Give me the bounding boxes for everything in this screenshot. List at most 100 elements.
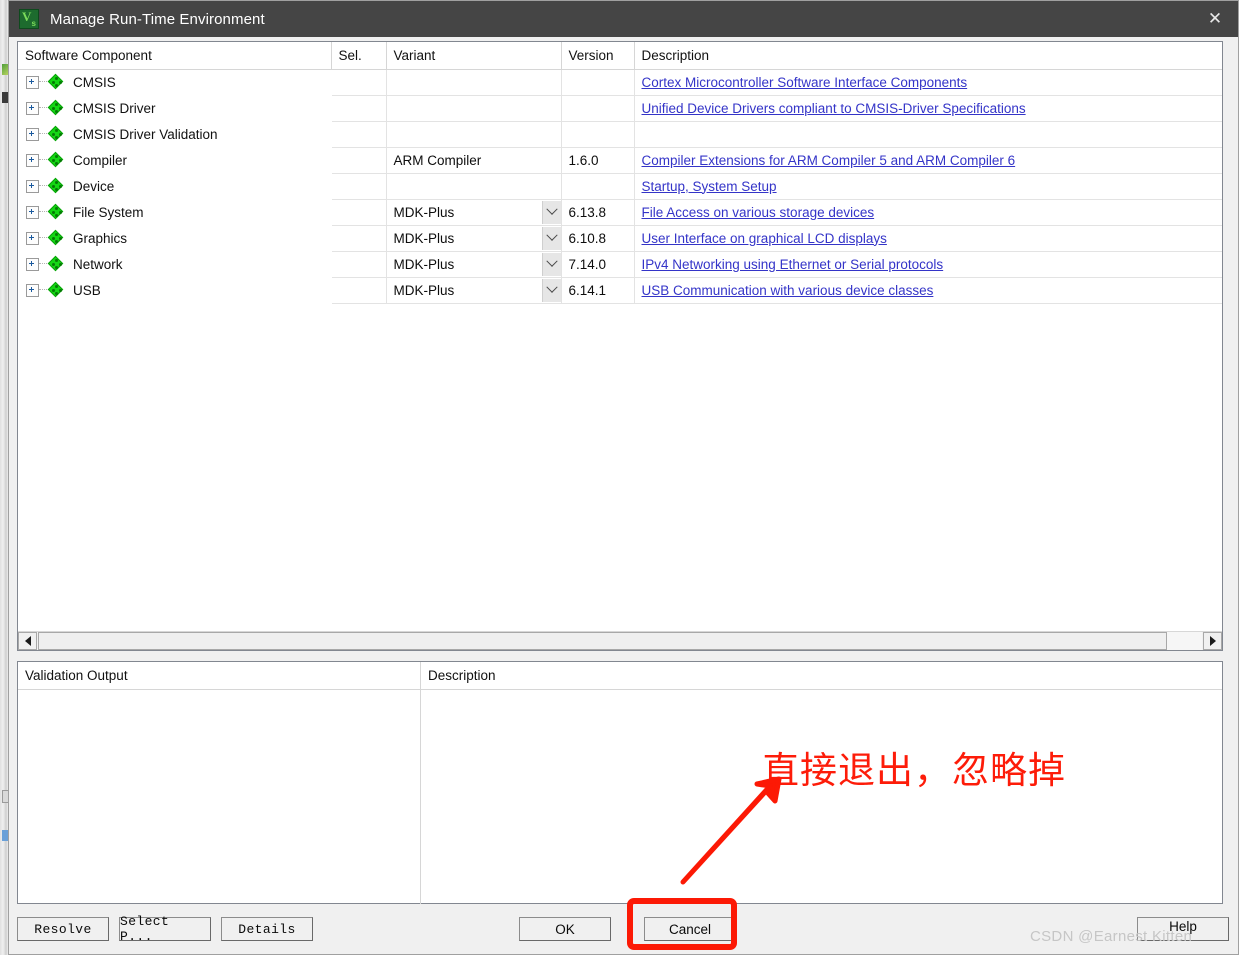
description-link[interactable]: Unified Device Drivers compliant to CMSI… xyxy=(635,101,1026,116)
expand-icon[interactable] xyxy=(26,231,39,245)
cell-sel[interactable] xyxy=(331,173,387,200)
expand-icon[interactable] xyxy=(26,75,39,89)
cell-software-component[interactable]: Graphics xyxy=(18,225,331,251)
table-row[interactable]: Compiler ARM Compiler 1.6.0 Compiler Extens… xyxy=(18,147,1222,174)
cell-version xyxy=(561,173,635,200)
cell-sel[interactable] xyxy=(331,121,387,148)
table-row[interactable]: CMSIS Cortex Microcontroller Software Int… xyxy=(18,69,1222,96)
cell-sel[interactable] xyxy=(331,95,387,122)
validation-output-list[interactable] xyxy=(18,690,421,904)
component-pack-icon xyxy=(47,203,64,220)
select-packs-button[interactable]: Select P... xyxy=(119,914,211,944)
cell-description[interactable]: File Access on various storage devices xyxy=(634,199,1222,226)
cell-description[interactable]: Cortex Microcontroller Software Interfac… xyxy=(634,69,1222,96)
cell-software-component[interactable]: Device xyxy=(18,173,331,199)
cell-sel[interactable] xyxy=(331,251,387,278)
expand-icon[interactable] xyxy=(26,101,39,115)
cell-description[interactable]: Compiler Extensions for ARM Compiler 5 a… xyxy=(634,147,1222,174)
table-row[interactable]: USB MDK-Plus 6.14.1 USB Communication with … xyxy=(18,277,1222,304)
cell-software-component[interactable]: USB xyxy=(18,277,331,303)
column-header-software-component[interactable]: Software Component xyxy=(18,42,332,70)
cell-description[interactable]: Unified Device Drivers compliant to CMSI… xyxy=(634,95,1222,122)
cell-variant[interactable]: MDK-Plus xyxy=(386,199,562,226)
column-header-sel[interactable]: Sel. xyxy=(331,42,387,70)
cell-software-component[interactable]: File System xyxy=(18,199,331,225)
cell-variant[interactable]: MDK-Plus xyxy=(386,225,562,252)
description-link[interactable]: Cortex Microcontroller Software Interfac… xyxy=(635,75,968,90)
cell-variant[interactable] xyxy=(386,95,562,122)
scrollbar-thumb[interactable] xyxy=(38,632,1168,650)
column-header-description[interactable]: Description xyxy=(634,42,1222,70)
column-header-validation-output[interactable]: Validation Output xyxy=(18,662,421,689)
version-value xyxy=(562,179,569,194)
expand-icon[interactable] xyxy=(26,153,39,167)
cell-software-component[interactable]: CMSIS Driver Validation xyxy=(18,121,331,147)
cell-sel[interactable] xyxy=(331,277,387,304)
cell-variant[interactable]: MDK-Plus xyxy=(386,251,562,278)
description-link[interactable]: IPv4 Networking using Ethernet or Serial… xyxy=(635,257,944,272)
table-row[interactable]: File System MDK-Plus 6.13.8 File Access on … xyxy=(18,199,1222,226)
expand-icon[interactable] xyxy=(26,127,39,141)
cell-variant[interactable]: ARM Compiler xyxy=(386,147,562,174)
cell-description[interactable]: IPv4 Networking using Ethernet or Serial… xyxy=(634,251,1222,278)
cell-description[interactable]: User Interface on graphical LCD displays xyxy=(634,225,1222,252)
description-link[interactable]: File Access on various storage devices xyxy=(635,205,875,220)
cell-sel[interactable] xyxy=(331,225,387,252)
column-header-version[interactable]: Version xyxy=(561,42,635,70)
cell-sel[interactable] xyxy=(331,199,387,226)
expand-icon[interactable] xyxy=(26,179,39,193)
table-header-row: Software Component Sel. Variant Version … xyxy=(18,42,1222,70)
cell-variant[interactable]: MDK-Plus xyxy=(386,277,562,304)
chevron-down-icon[interactable] xyxy=(541,252,560,276)
description-link[interactable]: Compiler Extensions for ARM Compiler 5 a… xyxy=(635,153,1016,168)
description-link[interactable]: Startup, System Setup xyxy=(635,179,777,194)
table-row[interactable]: CMSIS Driver Unified Device Drivers compl… xyxy=(18,95,1222,122)
ok-button[interactable]: OK xyxy=(519,917,611,941)
expand-icon[interactable] xyxy=(26,205,39,219)
horizontal-scrollbar[interactable] xyxy=(18,631,1222,650)
table-row[interactable]: CMSIS Driver Validation xyxy=(18,121,1222,148)
details-button[interactable]: Details xyxy=(221,917,313,941)
cell-software-component[interactable]: Network xyxy=(18,251,331,277)
chevron-down-icon[interactable] xyxy=(541,226,560,250)
chevron-down-icon[interactable] xyxy=(541,278,560,302)
table-row[interactable]: Graphics MDK-Plus 6.10.8 User Interface on … xyxy=(18,225,1222,252)
sel-value xyxy=(332,205,339,220)
cell-software-component[interactable]: CMSIS Driver xyxy=(18,95,331,121)
cell-description[interactable]: Startup, System Setup xyxy=(634,173,1222,200)
chevron-down-icon[interactable] xyxy=(541,200,560,224)
component-name-label: Graphics xyxy=(73,230,128,246)
cell-sel[interactable] xyxy=(331,69,387,96)
table-row[interactable]: Network MDK-Plus 7.14.0 IPv4 Networking usi… xyxy=(18,251,1222,278)
cell-description[interactable] xyxy=(634,121,1222,148)
sel-value xyxy=(332,127,339,142)
help-button[interactable]: Help xyxy=(1137,917,1229,941)
cell-description[interactable]: USB Communication with various device cl… xyxy=(634,277,1222,304)
validation-description-list[interactable] xyxy=(421,690,1222,904)
description-link[interactable]: User Interface on graphical LCD displays xyxy=(635,231,887,246)
resolve-button[interactable]: Resolve xyxy=(17,917,109,941)
close-icon[interactable]: ✕ xyxy=(1192,1,1238,37)
column-header-variant[interactable]: Variant xyxy=(386,42,562,70)
variant-value xyxy=(387,101,394,116)
cell-variant[interactable] xyxy=(386,121,562,148)
cell-version: 6.13.8 xyxy=(561,199,635,226)
cell-version: 6.10.8 xyxy=(561,225,635,252)
component-pack-icon xyxy=(47,73,64,90)
scroll-left-icon[interactable] xyxy=(18,632,37,650)
cell-version: 7.14.0 xyxy=(561,251,635,278)
scrollbar-track[interactable] xyxy=(38,632,1202,650)
cell-software-component[interactable]: CMSIS xyxy=(18,69,331,95)
cancel-button[interactable]: Cancel xyxy=(644,917,736,941)
table-row[interactable]: Device Startup, System Setup xyxy=(18,173,1222,200)
expand-icon[interactable] xyxy=(26,257,39,271)
column-header-validation-description[interactable]: Description xyxy=(421,662,1222,689)
expand-icon[interactable] xyxy=(26,283,39,297)
description-link[interactable]: USB Communication with various device cl… xyxy=(635,283,934,298)
cell-variant[interactable] xyxy=(386,69,562,96)
cell-software-component[interactable]: Compiler xyxy=(18,147,331,173)
scroll-right-icon[interactable] xyxy=(1203,632,1222,650)
cell-version xyxy=(561,69,635,96)
cell-sel[interactable] xyxy=(331,147,387,174)
cell-variant[interactable] xyxy=(386,173,562,200)
